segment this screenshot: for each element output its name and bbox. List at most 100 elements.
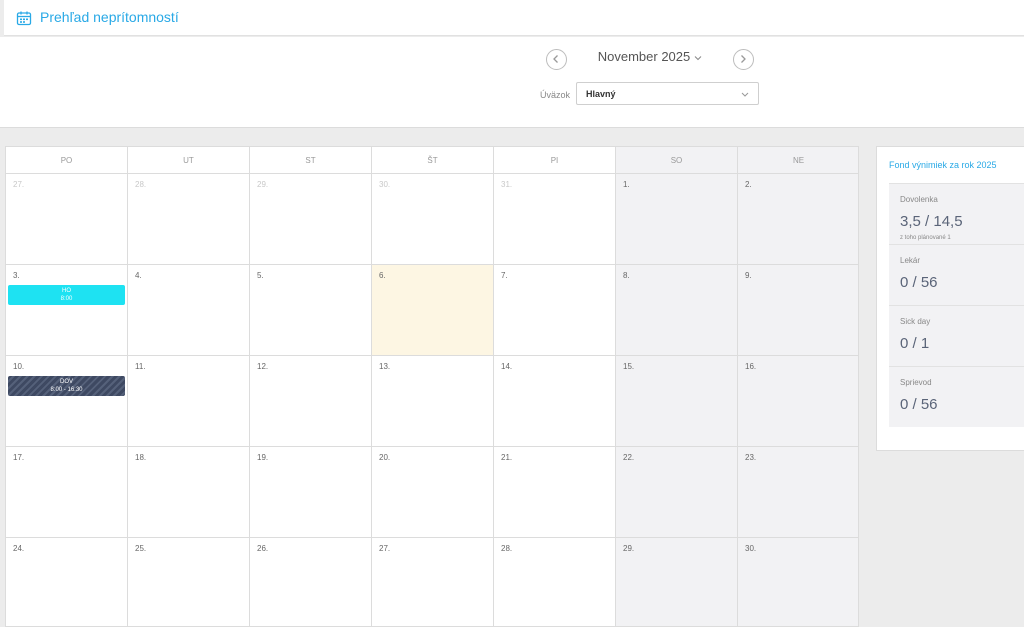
day-number: 15.: [623, 362, 635, 371]
absence-event-dov[interactable]: DOV 8:00 - 16:30: [8, 376, 125, 396]
day-cell[interactable]: 19.: [250, 447, 372, 538]
day-cell[interactable]: 18.: [128, 447, 250, 538]
absence-event-ho[interactable]: HO 8:00: [8, 285, 125, 305]
fund-name: Lekár: [900, 256, 921, 265]
fund-value: 3,5 / 14,5: [900, 213, 963, 230]
day-cell[interactable]: 8.: [616, 265, 738, 356]
day-number: 29.: [257, 180, 269, 189]
day-cell[interactable]: 14.: [494, 356, 616, 447]
weekday-header: ŠT: [372, 147, 494, 174]
fund-name: Sick day: [900, 317, 931, 326]
day-cell[interactable]: 16.: [738, 356, 858, 447]
fund-item: Sick day 0 / 1: [889, 305, 1024, 366]
day-number: 25.: [135, 544, 147, 553]
weekday-header: NE: [738, 147, 858, 174]
day-cell[interactable]: 30.: [738, 538, 858, 626]
next-month-button[interactable]: [733, 49, 754, 70]
day-number: 12.: [257, 362, 269, 371]
fund-sub-note: z toho plánované 1: [900, 235, 951, 241]
day-cell[interactable]: 11.: [128, 356, 250, 447]
day-cell[interactable]: 23.: [738, 447, 858, 538]
day-number: 24.: [13, 544, 25, 553]
day-number: 30.: [745, 544, 757, 553]
calendar-icon: [16, 10, 32, 26]
day-cell[interactable]: 2.: [738, 174, 858, 265]
day-cell[interactable]: 29.: [616, 538, 738, 626]
uvazok-label: Úväzok: [540, 90, 571, 100]
day-cell[interactable]: 15.: [616, 356, 738, 447]
day-number: 16.: [745, 362, 757, 371]
day-number: 10.: [13, 362, 25, 371]
day-number: 18.: [135, 453, 147, 462]
month-label: November 2025: [597, 49, 691, 64]
event-label: DOV: [59, 379, 73, 385]
day-number: 21.: [501, 453, 513, 462]
day-cell[interactable]: 12.: [250, 356, 372, 447]
chevron-down-icon: [741, 92, 749, 97]
fund-name: Dovolenka: [900, 195, 938, 204]
day-cell-today[interactable]: 6.: [372, 265, 494, 356]
day-number: 22.: [623, 453, 635, 462]
day-cell[interactable]: 27.: [372, 538, 494, 626]
uvazok-value: Hlavný: [586, 89, 616, 99]
fund-item: Sprievod 0 / 56: [889, 366, 1024, 427]
day-cell[interactable]: 24.: [6, 538, 128, 626]
day-number: 6.: [379, 271, 386, 280]
day-cell[interactable]: 7.: [494, 265, 616, 356]
day-number: 14.: [501, 362, 513, 371]
day-cell[interactable]: 3. HO 8:00: [6, 265, 128, 356]
day-number: 17.: [13, 453, 25, 462]
day-number: 2.: [745, 180, 752, 189]
day-cell[interactable]: 4.: [128, 265, 250, 356]
fund-value: 0 / 1: [900, 335, 930, 352]
chevron-right-icon: [741, 55, 746, 63]
chevron-down-icon: [694, 55, 702, 60]
day-cell[interactable]: 10. DOV 8:00 - 16:30: [6, 356, 128, 447]
fund-value: 0 / 56: [900, 274, 938, 291]
chevron-left-icon: [553, 55, 558, 63]
day-number: 1.: [623, 180, 630, 189]
day-number: 20.: [379, 453, 391, 462]
day-cell[interactable]: 13.: [372, 356, 494, 447]
day-number: 5.: [257, 271, 264, 280]
day-number: 28.: [135, 180, 147, 189]
month-selector[interactable]: November 2025: [578, 49, 722, 69]
day-cell[interactable]: 29.: [250, 174, 372, 265]
weekday-header: UT: [128, 147, 250, 174]
day-number: 23.: [745, 453, 757, 462]
day-cell[interactable]: 9.: [738, 265, 858, 356]
fund-item: Lekár 0 / 56: [889, 244, 1024, 305]
day-cell[interactable]: 22.: [616, 447, 738, 538]
day-cell[interactable]: 5.: [250, 265, 372, 356]
day-number: 11.: [135, 362, 146, 371]
day-number: 29.: [623, 544, 635, 553]
fund-value: 0 / 56: [900, 396, 938, 413]
day-cell[interactable]: 28.: [128, 174, 250, 265]
top-bar: Prehľad neprítomností: [4, 0, 1024, 36]
day-cell[interactable]: 25.: [128, 538, 250, 626]
day-cell[interactable]: 31.: [494, 174, 616, 265]
day-number: 7.: [501, 271, 508, 280]
uvazok-select[interactable]: Hlavný: [576, 82, 759, 105]
day-number: 30.: [379, 180, 391, 189]
day-number: 28.: [501, 544, 513, 553]
day-cell[interactable]: 20.: [372, 447, 494, 538]
previous-month-button[interactable]: [546, 49, 567, 70]
day-cell[interactable]: 28.: [494, 538, 616, 626]
weekday-header: PI: [494, 147, 616, 174]
day-number: 27.: [13, 180, 25, 189]
day-cell[interactable]: 17.: [6, 447, 128, 538]
day-number: 9.: [745, 271, 752, 280]
event-time: 8:00 - 16:30: [50, 387, 83, 393]
day-number: 13.: [379, 362, 391, 371]
day-cell[interactable]: 27.: [6, 174, 128, 265]
day-cell[interactable]: 1.: [616, 174, 738, 265]
fund-name: Sprievod: [900, 378, 932, 387]
fund-item: Dovolenka 3,5 / 14,5 z toho plánované 1: [889, 183, 1024, 244]
day-number: 8.: [623, 271, 630, 280]
day-cell[interactable]: 30.: [372, 174, 494, 265]
panel-title: Fond výnimiek za rok 2025: [889, 160, 997, 170]
day-cell[interactable]: 26.: [250, 538, 372, 626]
day-number: 26.: [257, 544, 269, 553]
day-cell[interactable]: 21.: [494, 447, 616, 538]
